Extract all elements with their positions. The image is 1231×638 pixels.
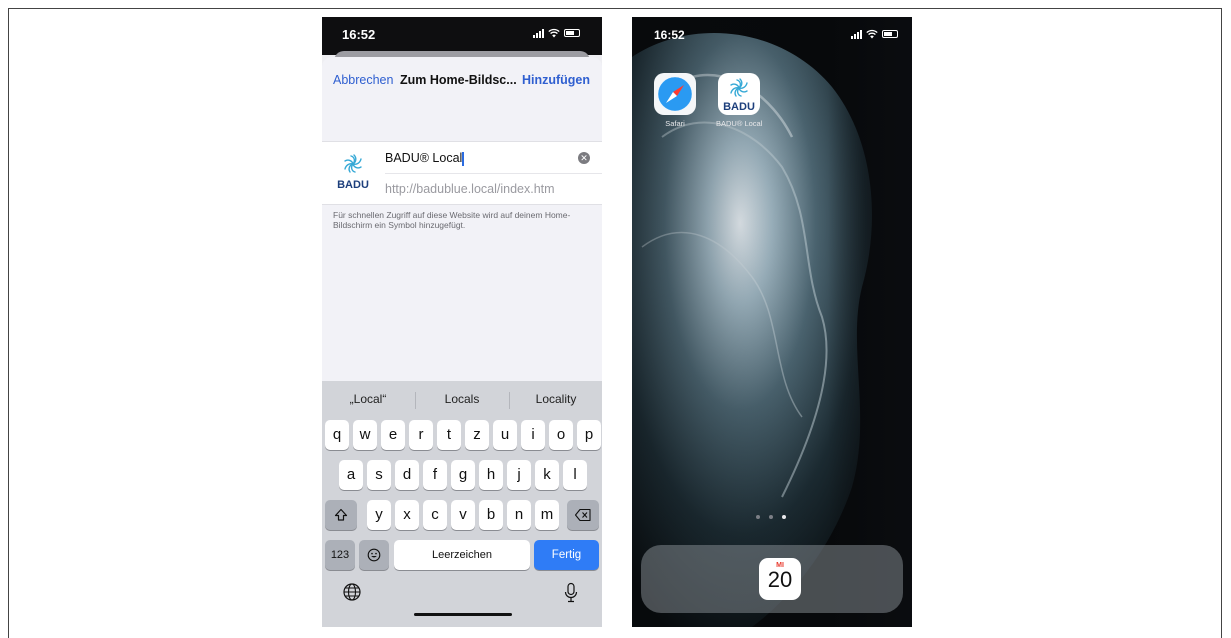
key-w[interactable]: w [353, 420, 377, 450]
page-dot [769, 515, 773, 519]
badu-logo-icon: BADU [718, 73, 760, 115]
keyboard: „Local“ Locals Locality q w e r t z u i … [322, 381, 602, 627]
key-q[interactable]: q [325, 420, 349, 450]
cancel-button[interactable]: Abbrechen [333, 73, 393, 87]
backspace-icon [574, 508, 591, 522]
suggestion-2[interactable]: Locals [416, 392, 508, 406]
key-a[interactable]: a [339, 460, 363, 490]
add-to-homescreen-phone: 16:52 Abbrechen Zum Home-Bildsc... Hinzu… [322, 17, 602, 627]
suggestion-1[interactable]: „Local“ [322, 392, 414, 406]
key-i[interactable]: i [521, 420, 545, 450]
bookmark-name-input[interactable]: BADU® Local [385, 151, 465, 166]
bookmark-fields: BADU BADU® Local ✕ http://badublue.local… [322, 141, 602, 205]
key-g[interactable]: g [451, 460, 475, 490]
suggestion-3[interactable]: Locality [510, 392, 602, 406]
key-o[interactable]: o [549, 420, 573, 450]
app-label: Safari [665, 119, 685, 128]
safari-compass-icon [654, 73, 696, 115]
app-badu-local[interactable]: BADU BADU® Local [716, 73, 762, 128]
status-bar: 16:52 [632, 17, 912, 55]
key-k[interactable]: k [535, 460, 559, 490]
status-icons [851, 29, 898, 39]
wifi-icon [866, 29, 878, 39]
wifi-icon [548, 28, 560, 38]
key-u[interactable]: u [493, 420, 517, 450]
globe-icon[interactable] [342, 582, 362, 602]
home-indicator [414, 613, 512, 616]
svg-text:BADU: BADU [337, 179, 369, 191]
shift-icon [334, 508, 348, 521]
emoji-icon [367, 548, 381, 562]
cellular-signal-icon [533, 28, 544, 38]
emoji-key[interactable] [359, 540, 389, 570]
microphone-icon[interactable] [563, 582, 579, 604]
key-v[interactable]: v [451, 500, 475, 530]
key-t[interactable]: t [437, 420, 461, 450]
key-h[interactable]: h [479, 460, 503, 490]
key-z[interactable]: z [465, 420, 489, 450]
add-button[interactable]: Hinzufügen [522, 73, 590, 87]
sheet-title: Zum Home-Bildsc... [400, 73, 517, 87]
calendar-day: 20 [767, 567, 793, 592]
key-b[interactable]: b [479, 500, 503, 530]
badu-logo-icon: BADU [337, 154, 369, 191]
screenshot-frame [8, 8, 1222, 638]
svg-text:BADU: BADU [723, 101, 755, 113]
key-e[interactable]: e [381, 420, 405, 450]
battery-icon [564, 29, 580, 37]
add-to-homescreen-sheet: Abbrechen Zum Home-Bildsc... Hinzufügen … [322, 57, 602, 402]
space-key[interactable]: Leerzeichen [394, 540, 530, 570]
key-n[interactable]: n [507, 500, 531, 530]
text-cursor [462, 151, 465, 166]
page-dot-active [782, 515, 786, 519]
hint-text: Für schnellen Zugriff auf diese Website … [333, 210, 571, 230]
bookmark-url-field: http://badublue.local/index.htm [385, 182, 555, 196]
key-p[interactable]: p [577, 420, 601, 450]
done-key[interactable]: Fertig [534, 540, 599, 570]
page-indicator[interactable] [756, 515, 786, 519]
key-j[interactable]: j [507, 460, 531, 490]
key-r[interactable]: r [409, 420, 433, 450]
field-divider [385, 173, 602, 174]
key-c[interactable]: c [423, 500, 447, 530]
key-m[interactable]: m [535, 500, 559, 530]
key-f[interactable]: f [423, 460, 447, 490]
dock: MI 20 [641, 545, 903, 613]
home-screen-phone: 16:52 Safari BADU BADU® Local MI 20 [632, 17, 912, 627]
app-label: BADU® Local [716, 119, 763, 128]
status-time: 16:52 [342, 27, 376, 42]
shift-key[interactable] [325, 500, 357, 530]
app-safari[interactable]: Safari [652, 73, 698, 128]
key-y[interactable]: y [367, 500, 391, 530]
numbers-key[interactable]: 123 [325, 540, 355, 570]
key-l[interactable]: l [563, 460, 587, 490]
backspace-key[interactable] [567, 500, 599, 530]
status-icons [533, 28, 580, 38]
key-s[interactable]: s [367, 460, 391, 490]
status-bar: 16:52 [322, 17, 602, 55]
suggestion-bar: „Local“ Locals Locality [322, 381, 602, 417]
cellular-signal-icon [851, 29, 862, 39]
status-time: 16:52 [654, 28, 685, 42]
key-d[interactable]: d [395, 460, 419, 490]
clear-text-button[interactable]: ✕ [578, 152, 590, 164]
key-x[interactable]: x [395, 500, 419, 530]
calendar-app-icon[interactable]: MI 20 [759, 558, 801, 600]
battery-icon [882, 30, 898, 38]
sheet-navbar: Abbrechen Zum Home-Bildsc... Hinzufügen [322, 69, 602, 93]
page-dot [756, 515, 760, 519]
